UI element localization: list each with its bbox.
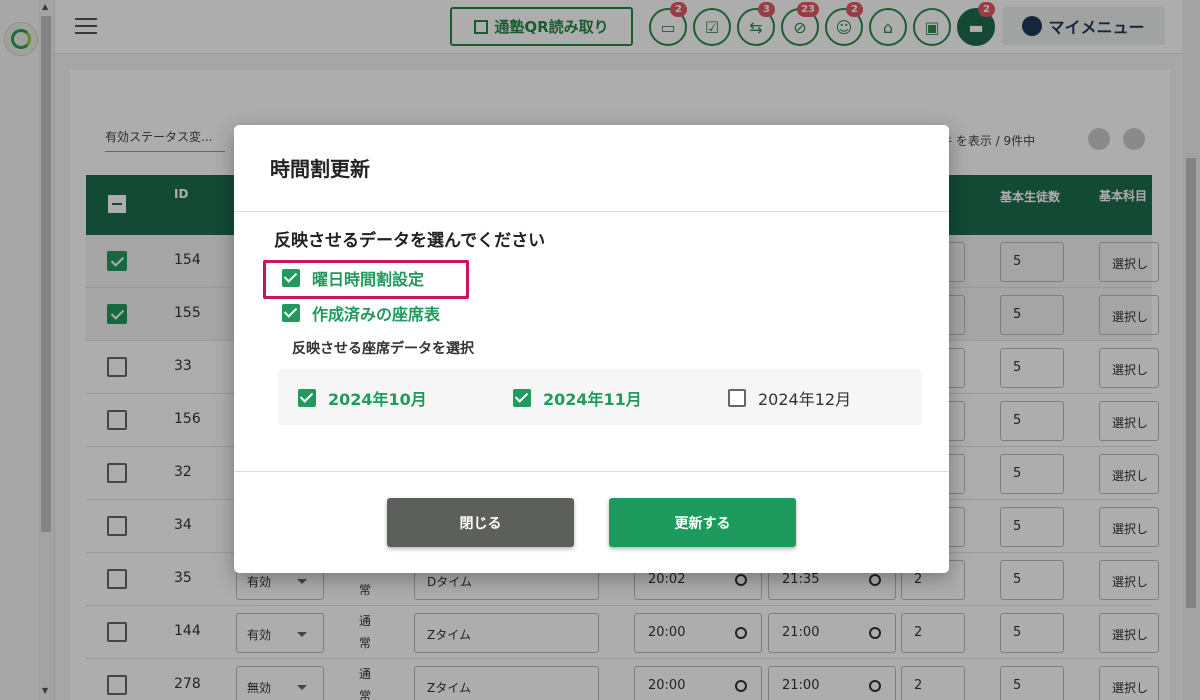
month-label: 2024年12月: [758, 390, 852, 409]
seating-chart-option[interactable]: 作成済みの座席表: [282, 302, 440, 324]
month-option-oct[interactable]: 2024年10月: [298, 386, 427, 410]
dialog-prompt: 反映させるデータを選んでください: [274, 231, 546, 251]
month-checkbox[interactable]: [513, 389, 531, 407]
dialog-title: 時間割更新: [270, 157, 370, 181]
update-button[interactable]: 更新する: [609, 498, 796, 547]
month-option-nov[interactable]: 2024年11月: [513, 386, 642, 410]
weekday-timetable-option[interactable]: 曜日時間割設定: [282, 267, 424, 289]
close-button[interactable]: 閉じる: [387, 498, 574, 547]
weekday-timetable-checkbox[interactable]: [282, 269, 300, 287]
month-option-dec[interactable]: 2024年12月: [728, 386, 851, 410]
timetable-update-dialog: 時間割更新 反映させるデータを選んでください 曜日時間割設定 作成済みの座席表 …: [234, 125, 949, 573]
month-label: 2024年10月: [328, 390, 427, 409]
divider: [234, 211, 949, 212]
divider: [234, 471, 949, 472]
seating-data-sublabel: 反映させる座席データを選択: [292, 341, 474, 357]
month-checkbox[interactable]: [298, 389, 316, 407]
seating-chart-label: 作成済みの座席表: [312, 305, 441, 324]
month-checkbox[interactable]: [728, 389, 746, 407]
month-options: 2024年10月 2024年11月 2024年12月: [278, 369, 922, 425]
seating-chart-checkbox[interactable]: [282, 304, 300, 322]
weekday-timetable-label: 曜日時間割設定: [312, 270, 425, 289]
month-label: 2024年11月: [543, 390, 642, 409]
